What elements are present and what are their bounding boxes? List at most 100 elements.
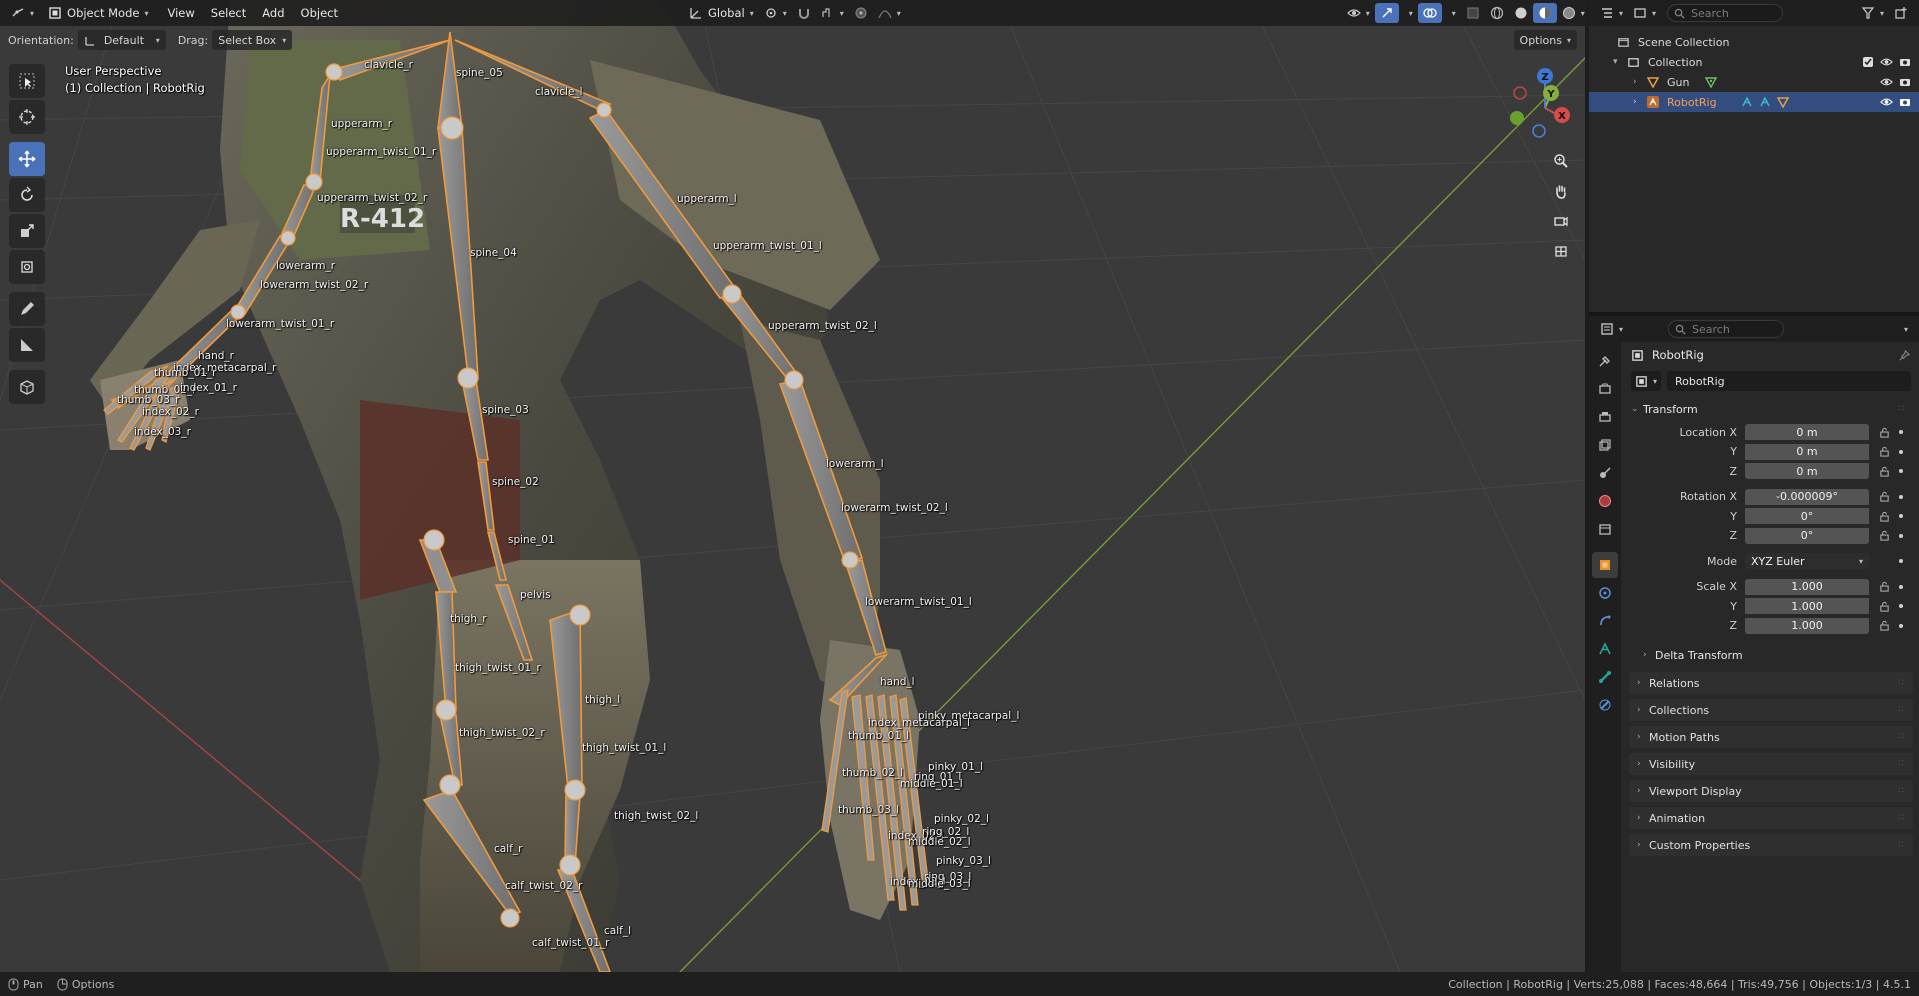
rotate-tool[interactable] — [9, 178, 45, 212]
ortho-toggle-button[interactable] — [1548, 237, 1574, 265]
lock-icon[interactable] — [1877, 511, 1891, 522]
new-collection-button[interactable] — [1889, 3, 1913, 23]
tab-scene[interactable] — [1592, 460, 1618, 486]
object-browse-button[interactable]: ▾ — [1631, 371, 1662, 391]
select-box-tool[interactable] — [9, 64, 45, 98]
keyframe-dot-icon[interactable] — [1899, 559, 1903, 564]
3d-viewport[interactable]: R-412 clavicle_r spine_05 clavicle_l upp… — [0, 0, 1585, 972]
tab-object[interactable] — [1592, 552, 1618, 578]
tab-tool[interactable] — [1592, 348, 1618, 374]
camera-render-icon[interactable] — [1899, 96, 1911, 108]
panel-motion-paths[interactable]: › Motion Paths ∷ — [1629, 726, 1913, 748]
delta-transform-header[interactable]: › Delta Transform — [1625, 644, 1917, 666]
keyframe-dot-icon[interactable] — [1899, 533, 1903, 538]
editor-type-button[interactable]: ▾ — [6, 3, 39, 23]
drag-grip-icon[interactable]: ∷ — [1898, 840, 1905, 850]
lock-icon[interactable] — [1877, 601, 1891, 612]
drag-grip-icon[interactable]: ∷ — [1898, 678, 1905, 688]
drag-grip-icon[interactable]: ∷ — [1898, 732, 1905, 742]
move-tool[interactable] — [9, 142, 45, 176]
scale-z-field[interactable]: 1.000 — [1745, 617, 1869, 634]
rotation-mode-dropdown[interactable]: XYZ Euler ▾ — [1745, 553, 1869, 570]
keyframe-dot-icon[interactable] — [1899, 494, 1903, 499]
collection-expand-icon[interactable]: ▾ — [1613, 57, 1627, 67]
gun-expand-icon[interactable]: › — [1633, 77, 1647, 87]
scale-y-field[interactable]: 1.000 — [1745, 598, 1869, 615]
checkbox-icon[interactable] — [1862, 56, 1874, 68]
gizmo-toggle[interactable] — [1374, 3, 1399, 23]
falloff-button[interactable]: ▾ — [873, 3, 906, 23]
outliner-collection[interactable]: ▾ Collection — [1589, 52, 1919, 72]
gizmo-neg-z-icon[interactable] — [1532, 124, 1546, 138]
menu-object[interactable]: Object — [293, 3, 346, 23]
location-x-field[interactable]: 0 m — [1745, 424, 1869, 441]
shading-rendered[interactable]: ▾ — [1557, 3, 1585, 23]
keyframe-dot-icon[interactable] — [1899, 604, 1903, 609]
transform-tool[interactable] — [9, 250, 45, 284]
location-z-field[interactable]: 0 m — [1745, 463, 1869, 480]
outliner-editor-type[interactable]: ▾ — [1595, 3, 1628, 23]
properties-options-dropdown[interactable]: ▾ — [1894, 319, 1913, 339]
navigation-gizmo[interactable]: Z Y X — [1500, 68, 1585, 148]
lock-icon[interactable] — [1877, 491, 1891, 502]
outliner-item-robotrig[interactable]: › RobotRig — [1589, 92, 1919, 112]
character-mesh[interactable]: R-412 — [90, 0, 920, 972]
scale-tool[interactable] — [9, 214, 45, 248]
eye-icon[interactable] — [1880, 56, 1893, 68]
filter-button[interactable]: ▾ — [1856, 3, 1889, 23]
rotation-y-field[interactable]: 0° — [1745, 508, 1869, 525]
tab-view-layer[interactable] — [1592, 432, 1618, 458]
location-y-field[interactable]: 0 m — [1745, 443, 1869, 460]
tab-modifiers[interactable] — [1592, 580, 1618, 606]
keyframe-dot-icon[interactable] — [1899, 449, 1903, 454]
overlays-dropdown[interactable]: ▾ — [1442, 3, 1461, 23]
camera-render-icon[interactable] — [1899, 56, 1911, 68]
xray-toggle[interactable] — [1461, 3, 1485, 23]
tab-armature-data[interactable] — [1592, 636, 1618, 662]
menu-select[interactable]: Select — [203, 3, 254, 23]
pin-icon[interactable] — [1898, 349, 1911, 362]
tab-bone[interactable] — [1592, 664, 1618, 690]
drag-grip-icon[interactable]: ∷ — [1898, 813, 1905, 823]
keyframe-dot-icon[interactable] — [1899, 584, 1903, 589]
pan-button[interactable] — [1548, 177, 1574, 205]
shading-solid[interactable] — [1509, 3, 1533, 23]
add-cube-tool[interactable] — [9, 370, 45, 404]
display-mode-dropdown[interactable]: ▾ — [1628, 3, 1661, 23]
tab-collection[interactable] — [1592, 516, 1618, 542]
tab-world[interactable] — [1592, 488, 1618, 514]
drag-grip-icon[interactable]: ∷ — [1898, 786, 1905, 796]
outliner-item-gun[interactable]: › Gun — [1589, 72, 1919, 92]
panel-viewport-display[interactable]: › Viewport Display ∷ — [1629, 780, 1913, 802]
lock-icon[interactable] — [1877, 620, 1891, 631]
lock-icon[interactable] — [1877, 446, 1891, 457]
robotrig-expand-icon[interactable]: › — [1633, 97, 1647, 107]
tab-constraints[interactable] — [1592, 608, 1618, 634]
shading-material[interactable] — [1532, 3, 1557, 23]
panel-animation[interactable]: › Animation ∷ — [1629, 807, 1913, 829]
rotation-z-field[interactable]: 0° — [1745, 527, 1869, 544]
visibility-selectability-button[interactable]: ▾ — [1342, 3, 1375, 23]
drag-setting-dropdown[interactable]: Select Box ▾ — [212, 30, 293, 50]
drag-grip-icon[interactable]: ∷ — [1898, 759, 1905, 769]
scale-x-field[interactable]: 1.000 — [1745, 578, 1869, 595]
gizmo-neg-x-icon[interactable] — [1513, 86, 1527, 100]
annotate-tool[interactable] — [9, 292, 45, 326]
pivot-point-button[interactable]: ▾ — [759, 3, 792, 23]
object-name-field[interactable]: RobotRig — [1667, 371, 1911, 391]
eye-icon[interactable] — [1880, 96, 1893, 108]
gizmo-neg-y-icon[interactable] — [1510, 111, 1524, 125]
menu-view[interactable]: View — [159, 3, 202, 23]
keyframe-dot-icon[interactable] — [1899, 514, 1903, 519]
transform-orientation-dropdown[interactable]: Global ▾ — [684, 3, 759, 23]
eye-icon[interactable] — [1880, 76, 1893, 88]
keyframe-dot-icon[interactable] — [1899, 469, 1903, 474]
menu-add[interactable]: Add — [254, 3, 292, 23]
transform-panel-header[interactable]: ⌄ Transform ∷ — [1625, 398, 1917, 420]
tab-render[interactable] — [1592, 376, 1618, 402]
overlays-toggle[interactable] — [1417, 3, 1442, 23]
camera-render-icon[interactable] — [1899, 76, 1911, 88]
tab-bone-constraints[interactable] — [1592, 692, 1618, 718]
panel-collections[interactable]: › Collections ∷ — [1629, 699, 1913, 721]
measure-tool[interactable] — [9, 328, 45, 362]
